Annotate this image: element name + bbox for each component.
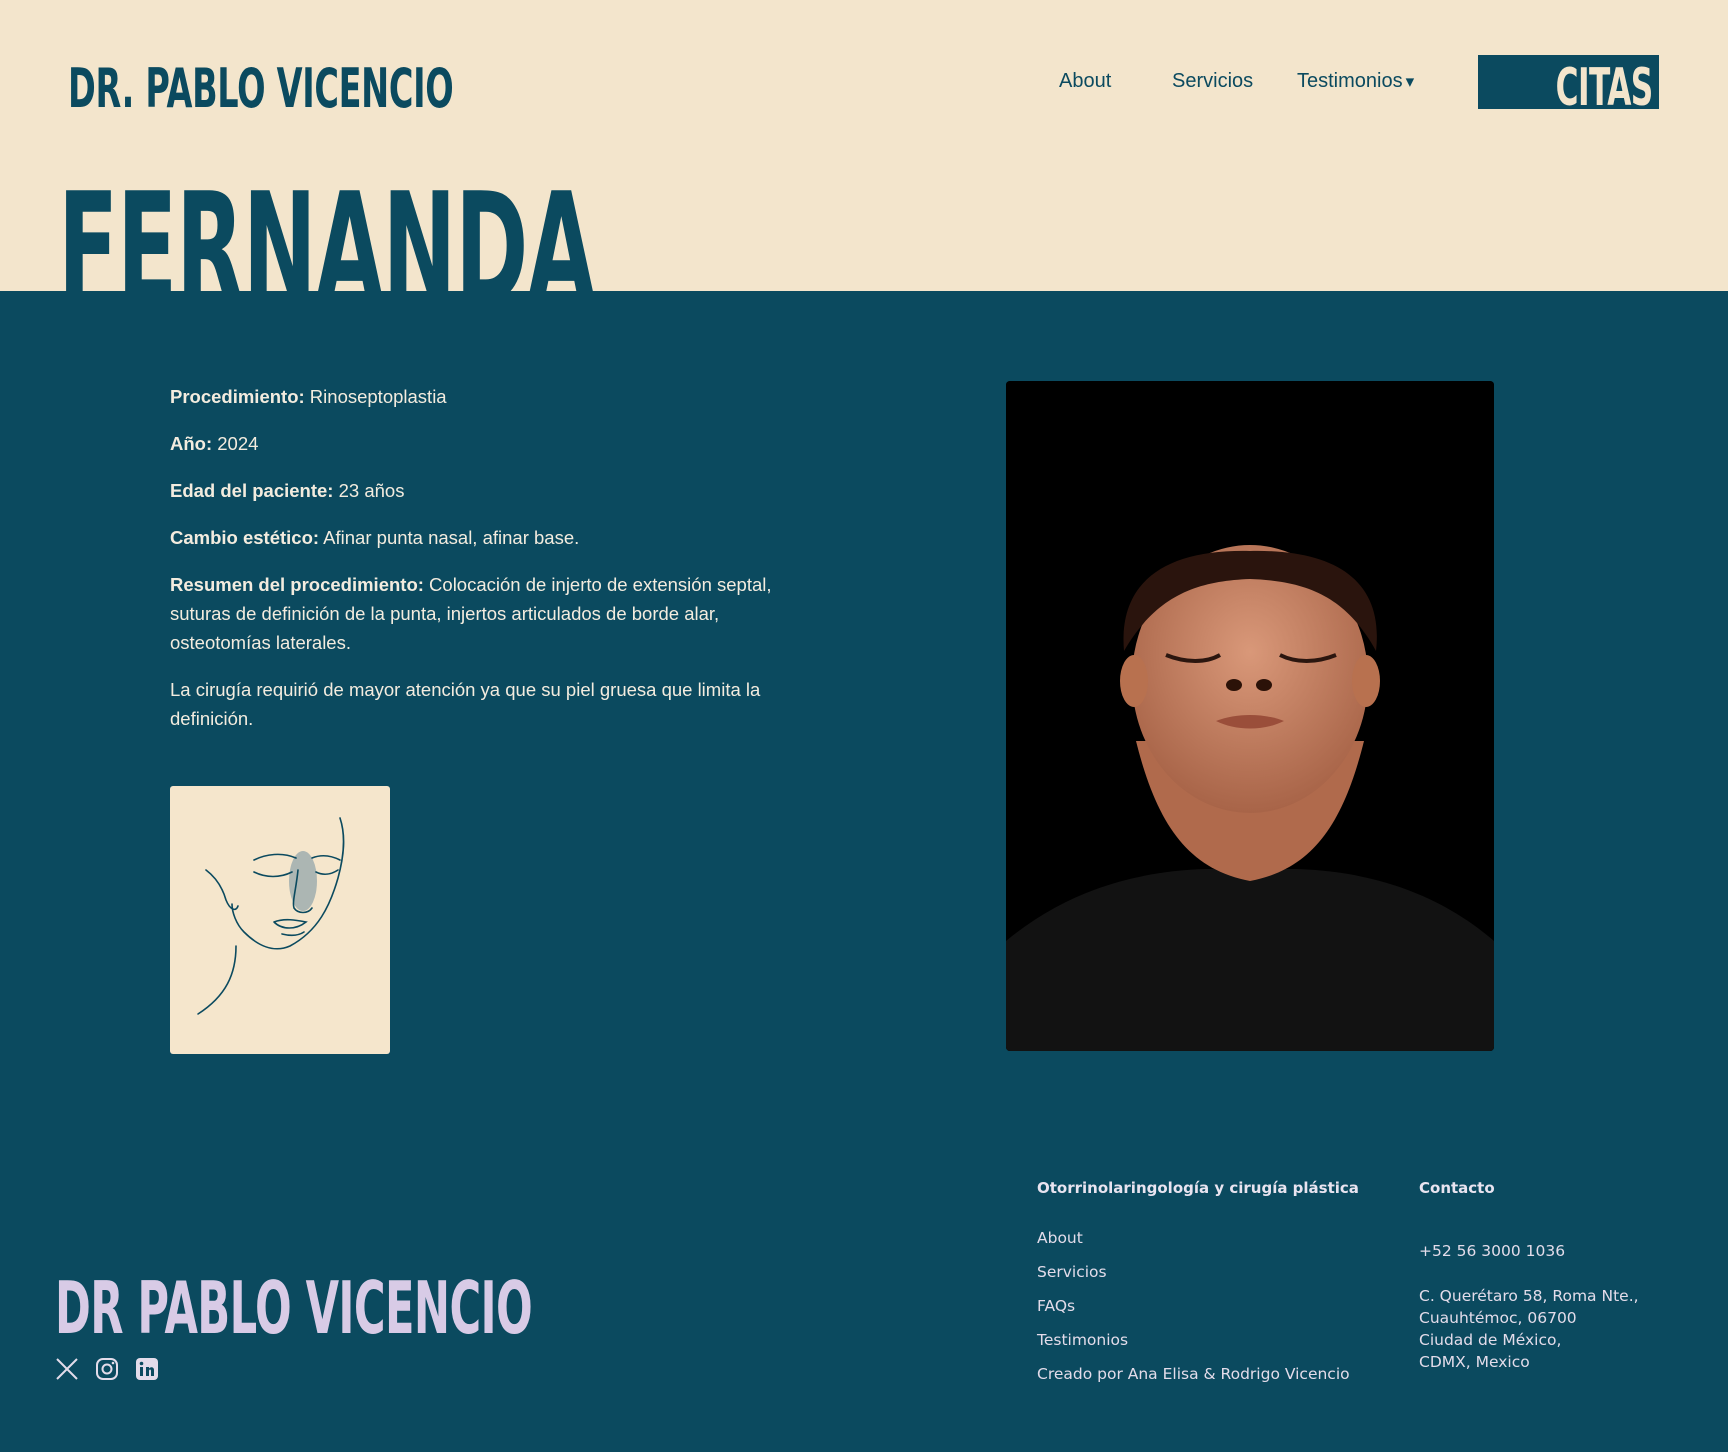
footer-link-servicios[interactable]: Servicios	[1037, 1263, 1107, 1281]
footer-address-line: CDMX, Mexico	[1419, 1353, 1530, 1371]
nav-servicios[interactable]: Servicios	[1172, 70, 1253, 93]
linkedin-icon[interactable]	[134, 1356, 160, 1382]
detail-value: Rinoseptoplastia	[304, 386, 447, 407]
footer-logo[interactable]: DR PABLO VICENCIO	[55, 1272, 533, 1344]
footer-link-faqs[interactable]: FAQs	[1037, 1297, 1075, 1315]
face-sketch-icon	[197, 817, 345, 1015]
detail-procedimiento: Procedimiento: Rinoseptoplastia	[170, 382, 795, 411]
detail-label: Año:	[170, 433, 213, 454]
x-twitter-icon[interactable]	[54, 1356, 80, 1382]
footer-phone[interactable]: +52 56 3000 1036	[1419, 1240, 1565, 1262]
instagram-icon[interactable]	[94, 1356, 120, 1382]
patient-name: FERNANDA	[58, 160, 595, 292]
detail-label: Cambio estético:	[170, 527, 320, 548]
caret-down-icon: ▾	[1405, 72, 1415, 91]
detail-edad: Edad del paciente: 23 años	[170, 476, 795, 505]
detail-value: 23 años	[333, 480, 405, 501]
footer-link-about[interactable]: About	[1037, 1229, 1083, 1247]
footer-services-title: Otorrinolaringología y cirugía plástica	[1037, 1179, 1359, 1197]
detail-label: Edad del paciente:	[170, 480, 334, 501]
nav-testimonios[interactable]: Testimonios ▾	[1297, 70, 1414, 93]
detail-value: 2024	[212, 433, 259, 454]
detail-cambio: Cambio estético: Afinar punta nasal, afi…	[170, 523, 795, 552]
footer-address-line: Cuauhtémoc, 06700	[1419, 1309, 1577, 1327]
citas-button[interactable]: CITAS	[1478, 55, 1659, 109]
footer-credits-link[interactable]: Creado por Ana Elisa & Rodrigo Vicencio	[1037, 1365, 1350, 1383]
nav-about[interactable]: About	[1059, 70, 1111, 93]
footer-address-line: Ciudad de México,	[1419, 1331, 1562, 1349]
nav-testimonios-label: Testimonios	[1297, 70, 1403, 92]
top-section: DR. PABLO VICENCIO About Servicios Testi…	[0, 0, 1728, 291]
detail-resumen: Resumen del procedimiento: Colocación de…	[170, 570, 795, 657]
detail-anio: Año: 2024	[170, 429, 795, 458]
detail-nota: La cirugía requirió de mayor atención ya…	[170, 679, 761, 729]
citas-button-label: CITAS	[1556, 58, 1654, 109]
detail-label: Procedimiento:	[170, 386, 305, 407]
patient-photo	[1006, 381, 1494, 1051]
face-sketch-illustration	[170, 786, 390, 1054]
case-details: Procedimiento: Rinoseptoplastia Año: 202…	[170, 382, 795, 751]
footer-link-testimonios[interactable]: Testimonios	[1037, 1331, 1128, 1349]
footer-address-line: C. Querétaro 58, Roma Nte.,	[1419, 1287, 1639, 1305]
detail-value: Afinar punta nasal, afinar base.	[319, 527, 580, 548]
site-logo[interactable]: DR. PABLO VICENCIO	[68, 62, 454, 116]
footer-contact-title: Contacto	[1419, 1179, 1495, 1197]
patient-portrait-icon	[1006, 381, 1494, 1051]
detail-label: Resumen del procedimiento:	[170, 574, 424, 595]
